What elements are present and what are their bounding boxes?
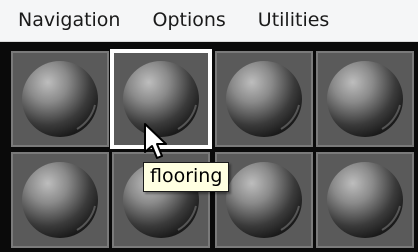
material-swatch-4[interactable]	[316, 51, 414, 147]
mouse-pointer-icon	[144, 123, 167, 159]
material-swatch-8[interactable]	[316, 152, 414, 248]
material-swatch-1[interactable]	[11, 51, 109, 147]
menu-options[interactable]: Options	[144, 5, 233, 37]
material-swatch-5[interactable]	[11, 152, 109, 248]
material-sphere-icon	[223, 58, 305, 140]
material-grid	[0, 42, 418, 252]
material-sphere-icon	[223, 159, 305, 241]
swatch-tooltip: flooring	[143, 162, 230, 192]
menu-navigation[interactable]: Navigation	[10, 5, 128, 37]
material-sphere-icon	[324, 159, 406, 241]
material-swatch-7[interactable]	[215, 152, 313, 248]
material-sphere-icon	[19, 58, 101, 140]
material-swatch-3[interactable]	[215, 51, 313, 147]
material-sphere-icon	[19, 159, 101, 241]
menu-utilities[interactable]: Utilities	[250, 5, 338, 37]
menu-bar: Navigation Options Utilities	[0, 0, 418, 42]
material-sphere-icon	[324, 58, 406, 140]
